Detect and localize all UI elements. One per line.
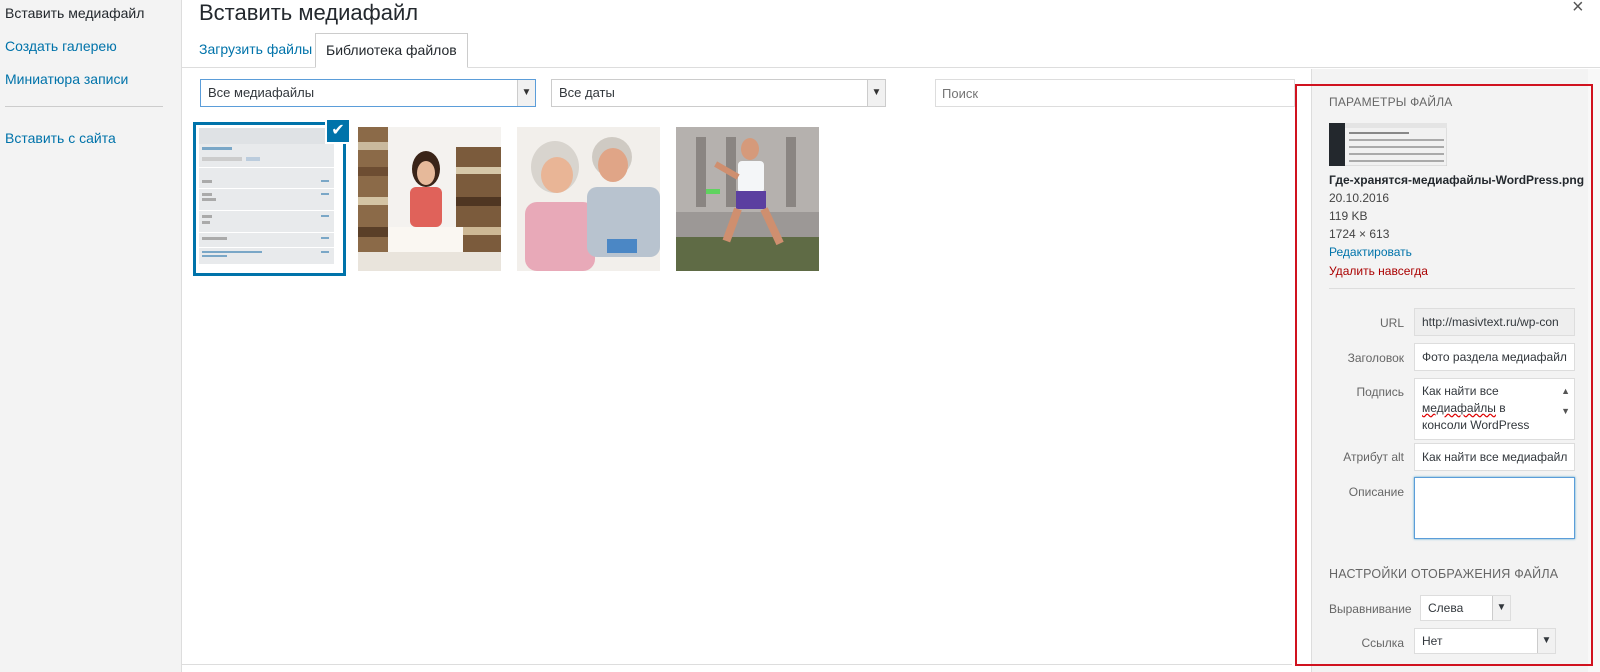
screenshot-image [199,128,334,264]
media-type-filter[interactable]: Все медиафайлы ▼ [200,79,536,107]
media-type-filter-value: Все медиафайлы [208,85,315,100]
media-menu: Вставить медиафайл Создать галерею Миниа… [0,0,182,672]
attachment-thumbnail-runner[interactable] [676,127,819,271]
menu-item-featured-image[interactable]: Миниатюра записи [5,71,128,87]
elderly-couple-image [517,127,660,271]
link-to-select-value: Нет [1422,634,1443,648]
caption-line-3: консоли WordPress [1422,418,1530,432]
menu-item-insert-media[interactable]: Вставить медиафайл [5,5,144,21]
caption-line-2-rest: в [1495,401,1506,415]
file-size: 119 KB [1329,209,1368,223]
attachment-thumbnail-elderly-couple[interactable] [517,127,660,271]
display-settings-heading: Настройки отображения файла [1329,567,1559,581]
scroll-down-icon[interactable]: ▼ [1561,403,1570,420]
date-filter[interactable]: Все даты ▼ [551,79,886,107]
delete-permanently-link[interactable]: Удалить навсегда [1329,264,1428,278]
menu-separator [5,106,163,107]
content-bottom-border [182,664,1292,665]
scroll-up-icon[interactable]: ▲ [1561,383,1570,400]
description-label: Описание [1348,485,1404,499]
attachment-thumbnail-screenshot[interactable] [193,122,346,276]
url-label: URL [1379,316,1404,330]
title-label: Заголовок [1347,351,1404,365]
date-filter-value: Все даты [559,85,615,100]
attachment-thumbnail-student[interactable] [358,127,501,271]
chevron-down-icon: ▼ [1537,629,1555,653]
alignment-label: Выравнивание [1329,602,1412,616]
alignment-select[interactable]: Слева ▼ [1420,595,1511,621]
chevron-down-icon: ▼ [1492,596,1510,620]
file-name: Где-хранятся-медиафайлы-WordPress.png [1329,173,1585,187]
caption-line-2: медиафайлы в [1422,400,1554,417]
alignment-select-value: Слева [1428,601,1464,615]
student-books-image [358,127,501,271]
file-parameters-heading: Параметры файла [1329,95,1453,109]
alt-text-field[interactable]: Как найти все медиафайл [1414,443,1575,471]
chevron-down-icon: ▼ [867,80,885,106]
frame-title: Вставить медиафайл [199,0,419,25]
tab-media-library[interactable]: Библиотека файлов [315,33,468,68]
caption-textarea[interactable]: Как найти все медиафайлы в консоли WordP… [1414,378,1575,440]
menu-item-create-gallery[interactable]: Создать галерею [5,38,117,54]
runner-image [676,127,819,271]
close-icon[interactable]: × [1572,0,1584,19]
alt-label: Атрибут alt [1343,450,1404,464]
description-textarea[interactable] [1414,477,1575,539]
selected-file-preview [1329,123,1447,166]
tab-upload-files[interactable]: Загрузить файлы [189,33,322,68]
chevron-down-icon: ▼ [517,80,535,106]
file-dimensions: 1724 × 613 [1329,227,1390,241]
caption-line-1: Как найти все [1422,384,1499,398]
link-to-select[interactable]: Нет ▼ [1414,628,1556,654]
checkmark-icon[interactable]: ✔ [325,118,351,144]
caption-label: Подпись [1356,385,1405,399]
caption-misspelled-word: медиафайлы [1422,401,1496,415]
search-input[interactable] [935,79,1295,107]
url-field[interactable]: http://masivtext.ru/wp-con [1414,308,1575,336]
menu-item-insert-from-url[interactable]: Вставить с сайта [5,130,116,146]
link-label: Ссылка [1361,636,1404,650]
details-divider [1329,288,1575,289]
edit-image-link[interactable]: Редактировать [1329,245,1412,259]
file-date: 20.10.2016 [1329,191,1390,205]
title-field[interactable]: Фото раздела медиафайл [1414,343,1575,371]
